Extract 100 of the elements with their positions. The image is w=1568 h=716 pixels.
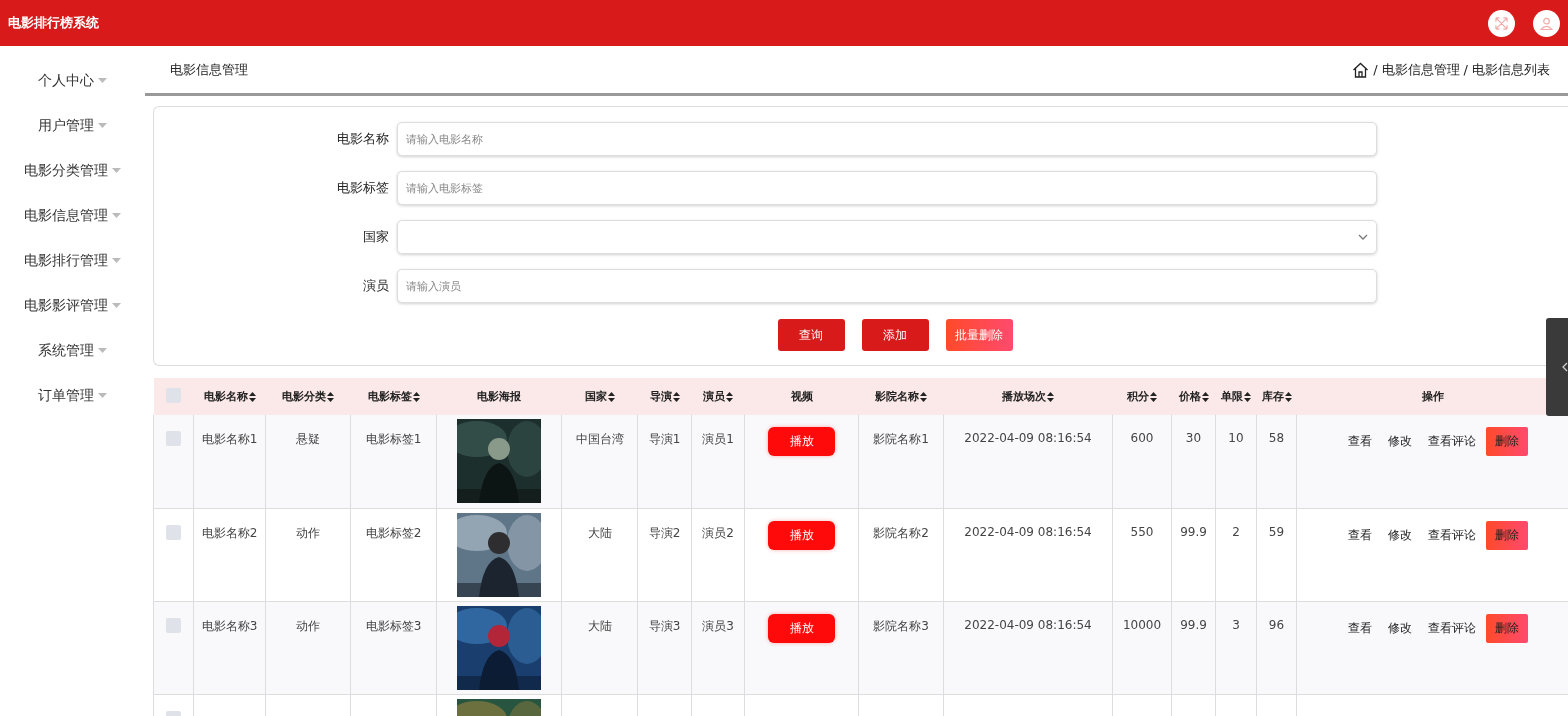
table-cell: 动作 — [296, 525, 320, 540]
field-label: 国家 — [362, 228, 390, 246]
table-cell: 演员1 — [702, 432, 734, 446]
input-field[interactable]: 请输入电影名称 — [397, 122, 1377, 156]
caret-icon — [98, 393, 107, 398]
play-button[interactable]: 播放 — [768, 520, 835, 550]
table-cell: 2 — [1232, 524, 1240, 539]
sort-icon[interactable] — [672, 391, 680, 402]
action-link[interactable]: 查看 — [1348, 619, 1372, 637]
input-field[interactable]: 请输入电影标签 — [397, 171, 1377, 205]
side-handle[interactable] — [1546, 318, 1568, 416]
table-cell: 59 — [1268, 524, 1285, 539]
breadcrumb-link[interactable]: 电影信息管理 — [1381, 60, 1460, 79]
sort-icon[interactable] — [1284, 391, 1292, 402]
caret-icon — [112, 168, 121, 173]
table-cell: 导演1 — [648, 432, 681, 446]
sort-icon[interactable] — [726, 391, 733, 402]
column-header[interactable]: 国家 — [584, 389, 615, 404]
sort-icon[interactable] — [1201, 391, 1209, 402]
action-link[interactable]: 修改 — [1388, 433, 1412, 450]
table-cell: 电影名称1 — [201, 432, 258, 446]
action-link[interactable]: 查看 — [1348, 433, 1372, 450]
table-cell: 99.9 — [1180, 617, 1207, 632]
breadcrumb-separator: / — [1373, 62, 1378, 77]
sort-icon[interactable] — [327, 391, 334, 402]
table-cell: 导演2 — [648, 525, 681, 540]
sort-icon[interactable] — [1244, 391, 1251, 402]
row-checkbox[interactable] — [166, 431, 181, 446]
delete-button[interactable]: 删除 — [1486, 520, 1528, 550]
table-cell: 2022-04-09 08:16:54 — [964, 524, 1092, 539]
row-checkbox[interactable] — [166, 617, 181, 633]
breadcrumb-link[interactable]: 电影信息列表 — [1472, 60, 1550, 79]
table-cell: 大陆 — [587, 525, 612, 540]
action-link[interactable]: 查看评论 — [1428, 433, 1476, 450]
sort-icon[interactable] — [1150, 391, 1157, 402]
action-link[interactable]: 修改 — [1388, 619, 1412, 637]
fullscreen-button[interactable] — [1488, 9, 1515, 37]
sidebar-item[interactable]: 个人中心 — [38, 58, 107, 103]
column-header: 电影海报 — [477, 389, 521, 404]
column-header: 视频 — [790, 389, 813, 404]
sort-icon[interactable] — [920, 391, 927, 402]
caret-icon — [112, 213, 121, 218]
chevron-icon — [1358, 234, 1368, 240]
sidebar-item[interactable]: 订单管理 — [38, 373, 107, 418]
caret-icon — [98, 78, 107, 83]
table-cell: 电影标签1 — [365, 432, 422, 446]
table-cell: 96 — [1268, 617, 1285, 632]
table-cell: 电影名称2 — [201, 525, 258, 540]
sort-icon[interactable] — [248, 391, 256, 402]
table-cell: 电影标签2 — [365, 525, 422, 540]
form-button[interactable]: 查询 — [777, 319, 845, 351]
table-cell: 2022-04-09 08:16:54 — [964, 617, 1092, 632]
table-cell: 影院名称3 — [873, 618, 929, 633]
user-button[interactable] — [1533, 9, 1560, 37]
action-link[interactable]: 查看评论 — [1428, 526, 1476, 544]
table-cell: 550 — [1130, 524, 1154, 539]
app-title: 电影排行榜系统 — [8, 14, 99, 32]
action-link[interactable]: 查看评论 — [1428, 619, 1476, 637]
column-header[interactable]: 播放场次 — [1002, 389, 1054, 404]
table-cell: 电影名称3 — [201, 618, 258, 633]
sidebar-item[interactable]: 电影分类管理 — [24, 148, 121, 193]
caret-icon — [98, 348, 107, 353]
table-cell: 影院名称2 — [873, 525, 929, 540]
sort-icon[interactable] — [607, 391, 615, 402]
table-cell: 2022-04-09 08:16:54 — [964, 431, 1092, 445]
home-icon[interactable] — [1352, 61, 1370, 78]
table-cell: 演员2 — [702, 525, 734, 540]
sort-icon[interactable] — [1047, 391, 1054, 402]
table-cell: 30 — [1185, 431, 1202, 445]
table-cell: 演员3 — [702, 618, 734, 633]
sidebar-item[interactable]: 电影影评管理 — [24, 283, 121, 328]
action-link[interactable]: 修改 — [1388, 526, 1412, 544]
form-button[interactable]: 添加 — [861, 319, 929, 351]
row-checkbox[interactable] — [166, 524, 181, 540]
table-cell: 大陆 — [587, 618, 612, 633]
sidebar-item[interactable]: 系统管理 — [38, 328, 107, 373]
table-cell: 10000 — [1122, 617, 1162, 632]
sort-icon[interactable] — [412, 391, 420, 402]
table-cell: 导演3 — [648, 618, 681, 633]
sidebar-item[interactable]: 电影信息管理 — [24, 193, 121, 238]
caret-icon — [112, 303, 121, 308]
fullscreen-icon — [1495, 16, 1508, 30]
delete-button[interactable]: 删除 — [1486, 613, 1528, 643]
play-button[interactable]: 播放 — [768, 613, 835, 643]
table-cell: 10 — [1228, 431, 1244, 445]
caret-icon — [112, 258, 121, 263]
table-cell: 3 — [1232, 617, 1240, 632]
table-cell: 600 — [1130, 431, 1154, 445]
sidebar-item[interactable]: 用户管理 — [38, 103, 107, 148]
table-cell: 58 — [1268, 431, 1285, 445]
play-button[interactable]: 播放 — [768, 427, 835, 456]
action-link[interactable]: 查看 — [1348, 526, 1372, 544]
select-all-checkbox[interactable] — [166, 387, 181, 403]
chevron-icon — [1562, 362, 1568, 372]
table-cell: 99.9 — [1180, 524, 1207, 539]
page-title: 电影信息管理 — [170, 60, 248, 79]
sidebar-item[interactable]: 电影排行管理 — [24, 238, 121, 283]
delete-button[interactable]: 删除 — [1486, 427, 1528, 456]
table-cell: 电影标签3 — [365, 618, 422, 633]
input-field[interactable]: 请输入演员 — [397, 269, 1377, 303]
